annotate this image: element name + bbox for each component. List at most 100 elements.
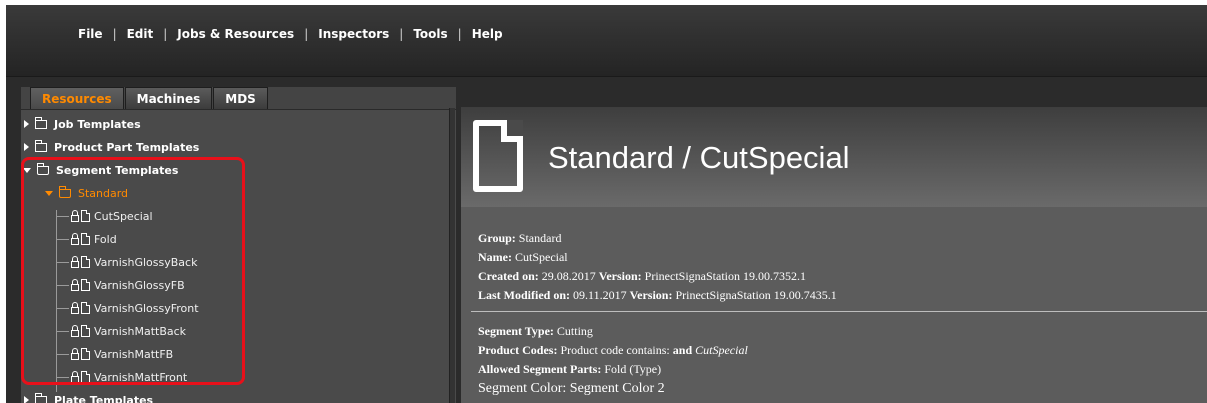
tree-node-segment-templates[interactable]: Segment Templates	[23, 161, 178, 179]
tab-mds[interactable]: MDS	[213, 87, 268, 109]
tree-leaf-label: VarnishMattFB	[94, 347, 174, 361]
tree-node-plate-templates[interactable]: Plate Templates	[24, 391, 153, 403]
info-block-segment: Segment Type: Cutting Product Codes: Pro…	[478, 322, 1198, 398]
detail-header: Standard / CutSpecial	[461, 107, 1207, 207]
menu-separator: |	[163, 27, 168, 41]
info-label: Created on:	[478, 269, 539, 283]
resource-tree: Job Templates Product Part Templates Seg…	[21, 109, 456, 403]
info-value: PrinectSignaStation 19.00.7352.1	[644, 269, 806, 283]
tree-node-label: Standard	[78, 186, 129, 200]
menu-separator: |	[112, 27, 117, 41]
locked-document-icon	[71, 209, 90, 222]
menu-inspectors[interactable]: Inspectors	[314, 27, 393, 41]
locked-document-icon	[71, 324, 90, 337]
info-value: Fold (Type)	[604, 362, 662, 376]
tree-connector	[57, 238, 69, 240]
info-value-and: and	[672, 343, 693, 357]
tab-resources[interactable]: Resources	[30, 87, 124, 109]
tree-connector	[57, 307, 69, 309]
info-value: Segment Color 2	[569, 381, 665, 396]
tree-leaf-fold[interactable]: Fold	[57, 230, 117, 248]
tree-leaf-cutspecial[interactable]: CutSpecial	[57, 207, 153, 225]
menu-file[interactable]: File	[74, 27, 107, 41]
info-row-segment-color: Segment Color: Segment Color 2	[478, 379, 1198, 398]
info-row-segment-type: Segment Type: Cutting	[478, 322, 1198, 341]
menu-separator: |	[399, 27, 404, 41]
tree-leaf-varnishmattfb[interactable]: VarnishMattFB	[57, 345, 173, 363]
tree-leaf-varnishglossyfb[interactable]: VarnishGlossyFB	[57, 276, 185, 294]
expand-arrow-icon[interactable]	[24, 396, 29, 403]
info-value: Cutting	[556, 324, 593, 338]
tree-connector	[57, 261, 69, 263]
locked-document-icon	[71, 278, 90, 291]
tree-node-label: Job Templates	[54, 117, 141, 131]
info-row-modified: Last Modified on: 09.11.2017 Version: Pr…	[478, 286, 1198, 305]
locked-document-icon	[71, 370, 90, 383]
info-label: Product Codes:	[478, 343, 558, 357]
locked-document-icon	[71, 301, 90, 314]
tree-leaf-label: VarnishGlossyFront	[94, 301, 199, 315]
menu-separator: |	[304, 27, 309, 41]
tree-node-label: Segment Templates	[56, 163, 179, 177]
tree-connector	[57, 330, 69, 332]
info-label: Name:	[478, 250, 512, 264]
splitter[interactable]	[449, 108, 455, 403]
tree-leaf-label: Fold	[94, 232, 117, 246]
tree-leaf-label: VarnishMattFront	[94, 370, 188, 384]
page-title: Standard / CutSpecial	[548, 140, 850, 175]
info-value: CutSpecial	[514, 250, 568, 264]
tree-leaf-varnishglossyfront[interactable]: VarnishGlossyFront	[57, 299, 199, 317]
expand-arrow-icon[interactable]	[24, 143, 29, 151]
tree-connector	[57, 353, 69, 355]
menu-jobs-resources[interactable]: Jobs & Resources	[173, 27, 298, 41]
tree-connector	[57, 376, 69, 378]
menu-help[interactable]: Help	[468, 27, 507, 41]
tree-leaf-varnishmattback[interactable]: VarnishMattBack	[57, 322, 186, 340]
locked-document-icon	[71, 232, 90, 245]
info-label: Allowed Segment Parts:	[478, 362, 602, 376]
tree-node-product-part-templates[interactable]: Product Part Templates	[24, 138, 199, 156]
tree-node-job-templates[interactable]: Job Templates	[24, 115, 141, 133]
tree-node-standard[interactable]: Standard	[45, 184, 128, 202]
info-row-product-codes: Product Codes: Product code contains: an…	[478, 341, 1198, 360]
info-label: Version:	[598, 269, 642, 283]
info-row-name: Name: CutSpecial	[478, 248, 1198, 267]
menu-edit[interactable]: Edit	[123, 27, 158, 41]
open-folder-icon	[59, 185, 71, 198]
menu-tools[interactable]: Tools	[409, 27, 451, 41]
info-value: 29.08.2017	[541, 269, 596, 283]
collapse-arrow-icon[interactable]	[45, 190, 53, 196]
tab-machines[interactable]: Machines	[124, 87, 213, 109]
info-value-code: CutSpecial	[695, 343, 748, 357]
tree-leaf-label: VarnishGlossyFB	[94, 278, 185, 292]
info-label: Segment Color:	[478, 381, 567, 396]
menu-bar: File | Edit | Jobs & Resources | Inspect…	[6, 5, 1207, 77]
info-value: 09.11.2017	[573, 288, 627, 302]
expand-arrow-icon[interactable]	[24, 120, 29, 128]
tree-node-label: Product Part Templates	[54, 140, 200, 154]
locked-document-icon	[71, 255, 90, 268]
tree-leaf-label: CutSpecial	[94, 209, 153, 223]
info-label: Last Modified on:	[478, 288, 571, 302]
info-label: Segment Type:	[478, 324, 554, 338]
info-row-allowed-parts: Allowed Segment Parts: Fold (Type)	[478, 360, 1198, 379]
info-row-created: Created on: 29.08.2017 Version: PrinectS…	[478, 267, 1198, 286]
info-value: PrinectSignaStation 19.00.7435.1	[675, 288, 837, 302]
resource-panel: Resources Machines MDS Job Templates Pro…	[21, 87, 456, 403]
tree-connector	[57, 215, 69, 217]
tree-node-label: Plate Templates	[54, 393, 154, 403]
info-value: Product code contains:	[560, 343, 670, 357]
folder-icon	[35, 116, 47, 129]
tree-leaf-varnishglossyback[interactable]: VarnishGlossyBack	[57, 253, 197, 271]
info-label: Group:	[478, 231, 516, 245]
tree-leaf-label: VarnishGlossyBack	[94, 255, 198, 269]
tree-connector	[57, 284, 69, 286]
info-block-general: Group: Standard Name: CutSpecial Created…	[478, 229, 1198, 305]
divider-line	[471, 311, 1207, 312]
collapse-arrow-icon[interactable]	[23, 167, 31, 173]
tree-leaf-varnishmattfront[interactable]: VarnishMattFront	[57, 368, 187, 386]
info-label: Version:	[629, 288, 673, 302]
open-folder-icon	[37, 162, 49, 175]
locked-document-icon	[71, 347, 90, 360]
folder-icon	[35, 139, 47, 152]
